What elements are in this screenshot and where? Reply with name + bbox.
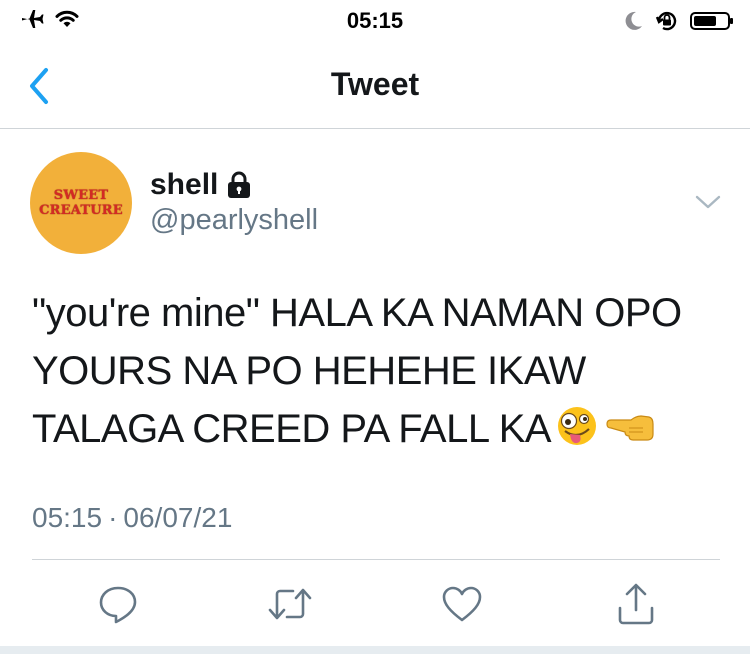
tweet-time: 05:15: [32, 502, 103, 533]
user-handle[interactable]: @pearlyshell: [150, 204, 318, 237]
pointing-left-hand-emoji: [603, 406, 655, 464]
share-icon: [618, 583, 654, 625]
more-options-button[interactable]: [694, 190, 722, 214]
author-name-row: shell: [150, 168, 252, 202]
reply-icon: [99, 586, 137, 624]
avatar[interactable]: SWEET CREATURE: [30, 152, 132, 254]
status-bar: 05:15: [0, 0, 750, 40]
action-bar: [0, 578, 750, 630]
share-button[interactable]: [610, 578, 662, 630]
retweet-icon: [268, 588, 312, 620]
heart-icon: [442, 586, 482, 622]
tweet-date: 06/07/21: [123, 502, 233, 533]
nav-bar: Tweet: [0, 44, 750, 129]
avatar-text-line-1: SWEET: [53, 188, 109, 203]
display-name[interactable]: shell: [150, 168, 218, 202]
bottom-band: [0, 646, 750, 654]
orientation-lock-icon: [655, 11, 677, 31]
chevron-down-icon: [695, 195, 721, 209]
retweet-button[interactable]: [264, 578, 316, 630]
reply-button[interactable]: [92, 578, 144, 630]
battery-level: [694, 16, 716, 26]
meta-separator: ·: [108, 502, 118, 533]
zany-face-emoji: [555, 404, 599, 464]
battery-icon: [690, 12, 733, 30]
avatar-text-line-2: CREATURE: [39, 203, 123, 218]
moon-icon: [625, 11, 642, 30]
page-title: Tweet: [330, 66, 420, 102]
lock-icon: [228, 171, 251, 198]
status-right: [622, 8, 733, 34]
divider: [32, 559, 720, 560]
tweet-timestamp: 05:15 · 06/07/21: [32, 502, 232, 534]
like-button[interactable]: [436, 578, 488, 630]
tweet-text: "you're mine" HALA KA NAMAN OPO YOURS NA…: [32, 284, 722, 464]
